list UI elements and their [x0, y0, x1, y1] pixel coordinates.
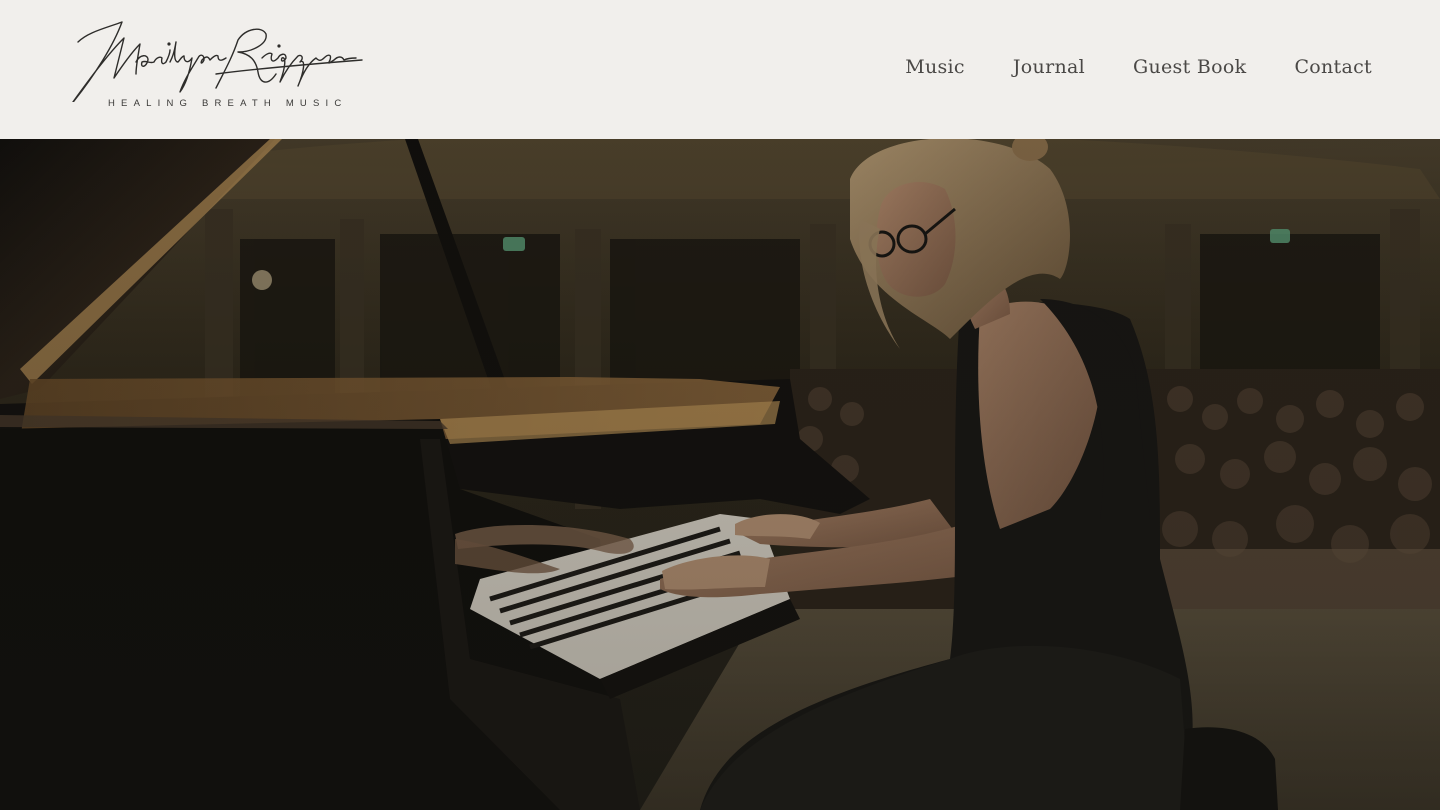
hero-image — [0, 139, 1440, 810]
nav-link-music[interactable]: Music — [905, 56, 965, 78]
site-logo[interactable]: HEALING BREATH MUSIC — [66, 14, 366, 118]
nav-link-journal[interactable]: Journal — [1013, 56, 1085, 78]
site-header: HEALING BREATH MUSIC Music Journal Guest… — [0, 0, 1440, 139]
logo-tagline: HEALING BREATH MUSIC — [108, 98, 348, 109]
nav-link-contact[interactable]: Contact — [1294, 56, 1372, 78]
pianist-concert-photo — [0, 139, 1440, 810]
nav-link-guest-book[interactable]: Guest Book — [1133, 56, 1246, 78]
signature-logo-icon — [72, 21, 363, 102]
main-nav: Music Journal Guest Book Contact — [905, 56, 1372, 78]
